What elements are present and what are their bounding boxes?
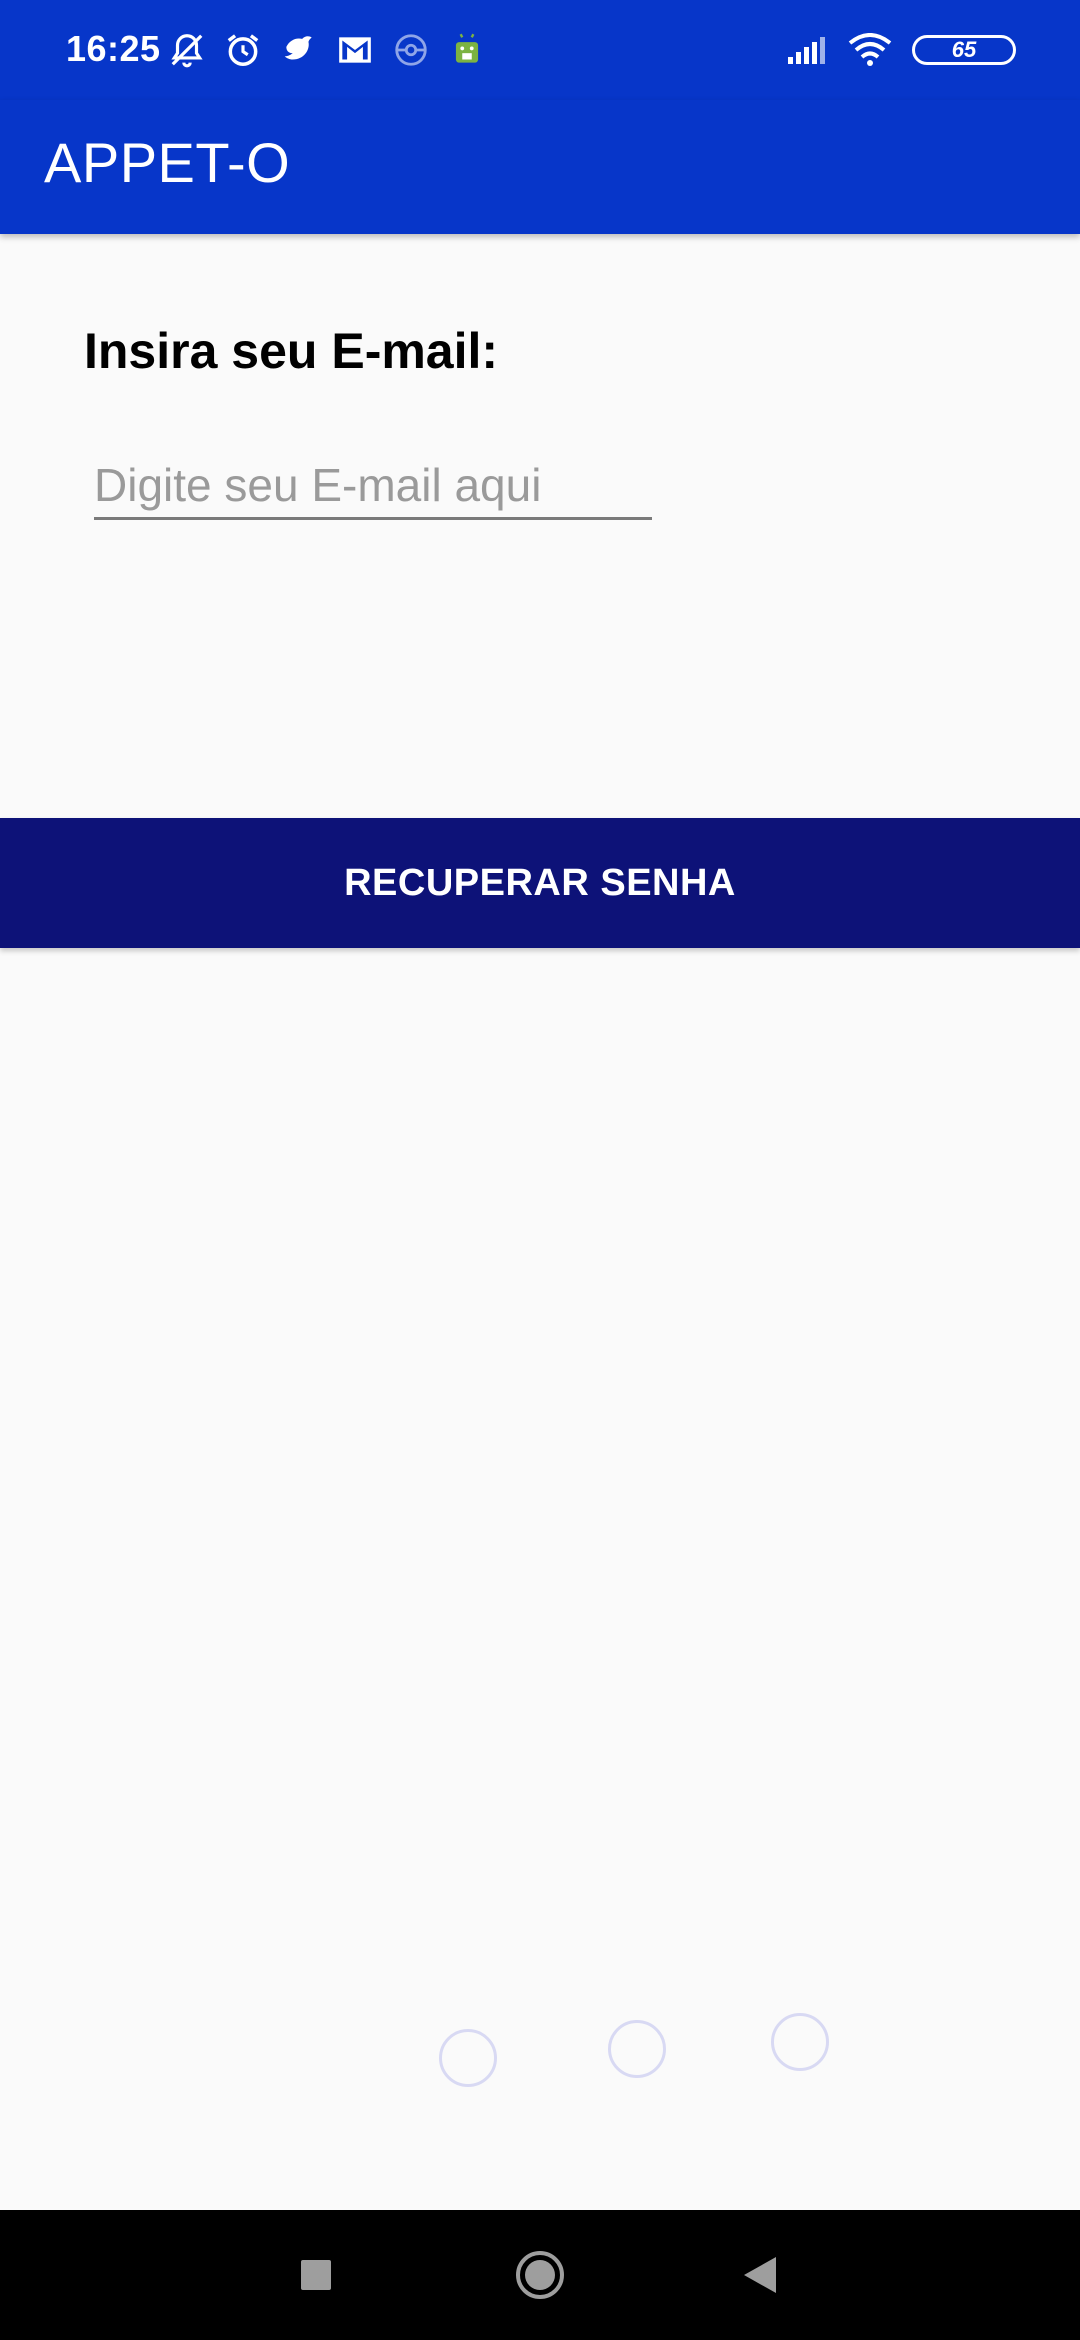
muted-notification-icon	[171, 34, 203, 68]
system-icons: 65	[786, 30, 1016, 70]
recents-button[interactable]	[256, 2210, 376, 2340]
gmail-icon	[339, 37, 371, 63]
recents-icon	[301, 2260, 331, 2290]
bird-app-icon	[284, 36, 312, 60]
loading-dot	[439, 2029, 497, 2087]
status-time: 16:25	[66, 28, 161, 69]
loading-dot	[771, 2013, 829, 2071]
notification-icons	[168, 28, 486, 72]
back-button[interactable]	[700, 2210, 820, 2340]
home-button[interactable]	[480, 2210, 600, 2340]
email-label: Insira seu E-mail:	[84, 323, 499, 379]
signal-icon	[788, 37, 825, 64]
email-field[interactable]	[94, 452, 652, 520]
battery-level: 65	[951, 37, 977, 62]
home-icon	[516, 2251, 564, 2299]
back-icon	[744, 2257, 776, 2293]
app-title: APPET-O	[44, 131, 291, 194]
pokeball-icon	[395, 34, 427, 66]
status-bar: 16:25 65	[0, 0, 1080, 100]
loading-dot	[608, 2020, 666, 2078]
app-bar: APPET-O	[0, 100, 1080, 234]
wifi-icon	[848, 33, 892, 66]
recover-password-button[interactable]: RECUPERAR SENHA	[0, 818, 1080, 948]
battery-icon: 65	[912, 35, 1016, 65]
navigation-bar	[0, 2210, 1080, 2340]
android-icon	[455, 33, 479, 63]
alarm-icon	[227, 34, 259, 66]
